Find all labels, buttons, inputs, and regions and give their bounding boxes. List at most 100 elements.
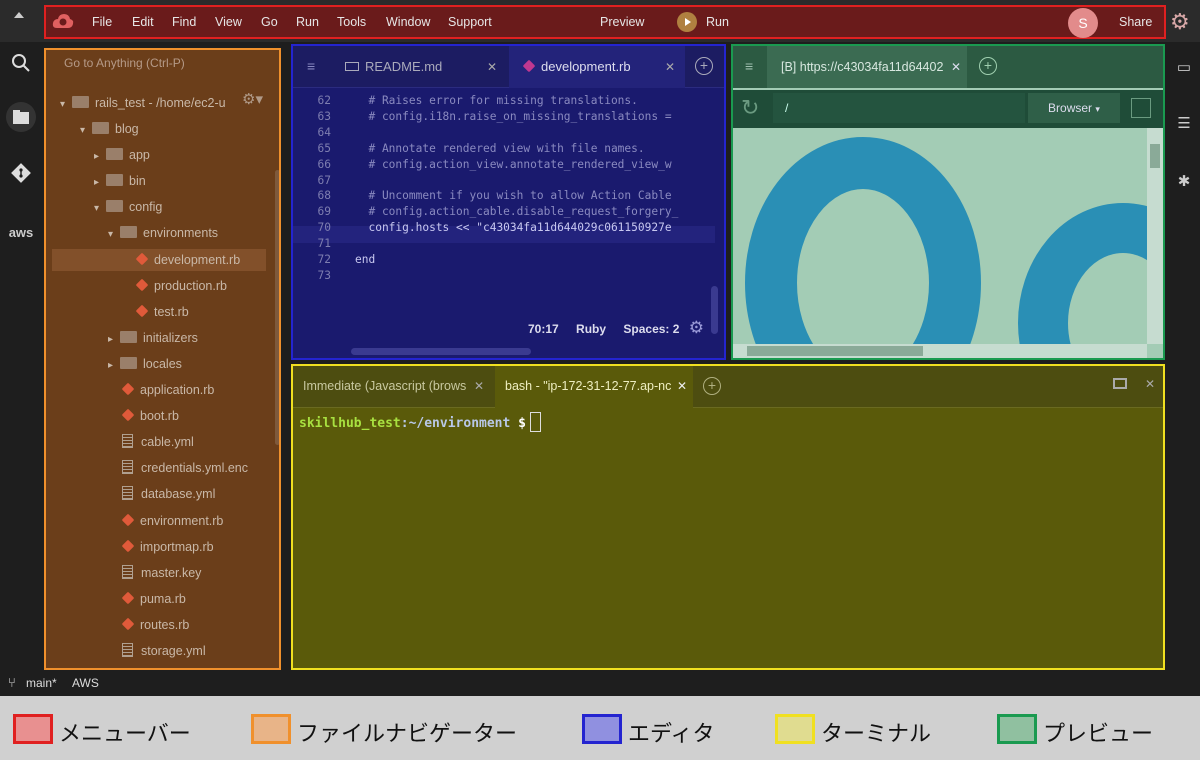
preview-button[interactable]: Preview bbox=[600, 15, 644, 29]
editor-tab-bar: ≡ README.md ✕ development.rb ✕ + bbox=[293, 46, 724, 88]
tree-item[interactable]: development.rb bbox=[52, 248, 266, 271]
tree-scrollbar[interactable] bbox=[275, 170, 279, 445]
tab-development-rb[interactable]: development.rb ✕ bbox=[509, 46, 685, 88]
aws-status[interactable]: AWS bbox=[72, 676, 99, 690]
browser-dropdown[interactable]: Browser ▾ bbox=[1028, 93, 1120, 123]
menu-bar: File Edit Find View Go Run Tools Window … bbox=[44, 5, 1190, 39]
debugger-bug-icon[interactable]: ✱ bbox=[1174, 172, 1194, 190]
preview-horizontal-scrollbar[interactable] bbox=[733, 344, 1147, 358]
preview-content[interactable] bbox=[733, 128, 1147, 344]
ruby-file-icon bbox=[121, 617, 135, 631]
close-icon[interactable]: ✕ bbox=[487, 46, 497, 88]
menu-find[interactable]: Find bbox=[172, 15, 196, 29]
legend-swatch bbox=[997, 714, 1037, 744]
menu-window[interactable]: Window bbox=[386, 15, 430, 29]
tree-item[interactable]: routes.rb bbox=[121, 614, 189, 636]
tree-item[interactable]: ▾ blog bbox=[80, 118, 139, 140]
line-number: 70 bbox=[317, 221, 331, 235]
preview-vertical-scrollbar[interactable] bbox=[1147, 128, 1163, 344]
tree-item[interactable]: puma.rb bbox=[121, 588, 186, 610]
tab-immediate[interactable]: Immediate (Javascript (brows ✕ bbox=[293, 366, 493, 408]
tree-item[interactable]: ▸ app bbox=[94, 144, 150, 166]
legend-swatch bbox=[775, 714, 815, 744]
tree-item[interactable]: boot.rb bbox=[121, 405, 179, 427]
menu-go[interactable]: Go bbox=[261, 15, 278, 29]
menu-edit[interactable]: Edit bbox=[132, 15, 154, 29]
close-icon[interactable]: ✕ bbox=[677, 366, 687, 406]
close-icon[interactable]: ✕ bbox=[665, 46, 675, 88]
cursor-position[interactable]: 70:17 bbox=[528, 322, 559, 336]
preview-menu-icon[interactable]: ≡ bbox=[745, 58, 753, 74]
close-icon[interactable]: ✕ bbox=[474, 366, 484, 406]
add-tab-icon[interactable]: + bbox=[695, 57, 713, 75]
tree-item[interactable]: database.yml bbox=[122, 483, 215, 505]
legend-swatch bbox=[251, 714, 291, 744]
file-icon bbox=[122, 643, 133, 657]
editor-horizontal-scrollbar[interactable] bbox=[351, 348, 531, 355]
tree-item[interactable]: master.key bbox=[122, 562, 201, 584]
tree-item[interactable]: ▸ locales bbox=[108, 353, 182, 375]
menu-tools[interactable]: Tools bbox=[337, 15, 366, 29]
preview-url-input[interactable]: / bbox=[773, 93, 1025, 123]
code-line: # config.action_view.annotate_rendered_v… bbox=[355, 157, 672, 171]
share-button[interactable]: Share bbox=[1119, 15, 1152, 29]
add-tab-icon[interactable]: + bbox=[703, 377, 721, 395]
run-button[interactable]: Run bbox=[706, 15, 729, 29]
aws-icon[interactable]: aws bbox=[8, 220, 34, 246]
tree-item[interactable]: credentials.yml.enc bbox=[122, 457, 248, 479]
tree-item[interactable]: ▾ environments bbox=[108, 222, 218, 244]
language-mode[interactable]: Ruby bbox=[576, 322, 606, 336]
close-panel-icon[interactable]: ✕ bbox=[1145, 377, 1155, 391]
menu-support[interactable]: Support bbox=[448, 15, 492, 29]
environment-folder-icon[interactable] bbox=[6, 102, 36, 132]
close-icon[interactable]: ✕ bbox=[951, 46, 961, 88]
tree-item[interactable]: test.rb bbox=[135, 301, 189, 323]
collapse-up-icon[interactable] bbox=[14, 12, 24, 18]
tree-item[interactable]: ▾ config bbox=[94, 196, 162, 218]
legend: メニューバー ファイルナビゲーター エディタ ターミナル プレビュー bbox=[0, 696, 1200, 760]
tree-item[interactable]: importmap.rb bbox=[121, 536, 214, 558]
tree-settings-gear-icon[interactable]: ⚙▾ bbox=[242, 90, 263, 108]
tree-item[interactable]: ▸ initializers bbox=[108, 327, 198, 349]
tree-item[interactable]: cable.yml bbox=[122, 431, 194, 453]
scroll-thumb[interactable] bbox=[1150, 144, 1160, 168]
git-branch[interactable]: main* bbox=[26, 676, 57, 690]
editor-menu-icon[interactable]: ≡ bbox=[307, 58, 315, 74]
tree-item[interactable]: production.rb bbox=[135, 275, 227, 297]
indent-setting[interactable]: Spaces: 2 bbox=[623, 322, 679, 336]
tab-readme[interactable]: README.md ✕ bbox=[335, 46, 505, 88]
tree-item[interactable]: application.rb bbox=[121, 379, 214, 401]
tree-root[interactable]: ▾ rails_test - /home/ec2-u bbox=[60, 92, 226, 114]
right-rail: ▭ ☰ ✱ bbox=[1168, 42, 1200, 672]
git-icon[interactable] bbox=[8, 162, 34, 188]
pop-out-icon[interactable] bbox=[1131, 98, 1151, 118]
menu-file[interactable]: File bbox=[92, 15, 112, 29]
editor-vertical-scrollbar[interactable] bbox=[711, 286, 718, 334]
code-line: # Raises error for missing translations. bbox=[355, 94, 638, 107]
markdown-icon bbox=[345, 62, 359, 71]
avatar[interactable]: S bbox=[1068, 8, 1098, 38]
line-number: 69 bbox=[317, 205, 331, 219]
maximize-icon[interactable] bbox=[1113, 378, 1127, 389]
tree-item[interactable]: ▸ bin bbox=[94, 170, 146, 192]
tree-item[interactable]: storage.yml bbox=[122, 640, 206, 662]
tab-preview-browser[interactable]: [B] https://c43034fa11d64402 ✕ bbox=[767, 46, 967, 88]
refresh-icon[interactable]: ↻ bbox=[741, 95, 759, 121]
search-icon[interactable] bbox=[8, 50, 34, 76]
editor-gear-icon[interactable]: ⚙ bbox=[689, 318, 704, 337]
settings-gear-icon[interactable]: ⚙ bbox=[1170, 9, 1190, 35]
tab-bash[interactable]: bash - "ip-172-31-12-77.ap-nc ✕ bbox=[495, 366, 693, 408]
tree-item[interactable]: environment.rb bbox=[121, 510, 223, 532]
chat-icon[interactable]: ▭ bbox=[1174, 58, 1194, 76]
ruby-file-icon bbox=[135, 278, 149, 291]
menu-view[interactable]: View bbox=[215, 15, 242, 29]
code-editor[interactable]: 62 # Raises error for missing translatio… bbox=[293, 94, 724, 314]
terminal-prompt[interactable]: skillhub_test:~/environment $ bbox=[299, 412, 541, 432]
menu-run[interactable]: Run bbox=[296, 15, 319, 29]
cloud9-logo-icon[interactable] bbox=[52, 12, 74, 32]
run-play-icon[interactable] bbox=[677, 12, 697, 32]
outline-icon[interactable]: ☰ bbox=[1174, 114, 1194, 132]
goto-anything-input[interactable]: Go to Anything (Ctrl-P) bbox=[64, 56, 185, 70]
scroll-thumb[interactable] bbox=[747, 346, 923, 356]
add-tab-icon[interactable]: + bbox=[979, 57, 997, 75]
